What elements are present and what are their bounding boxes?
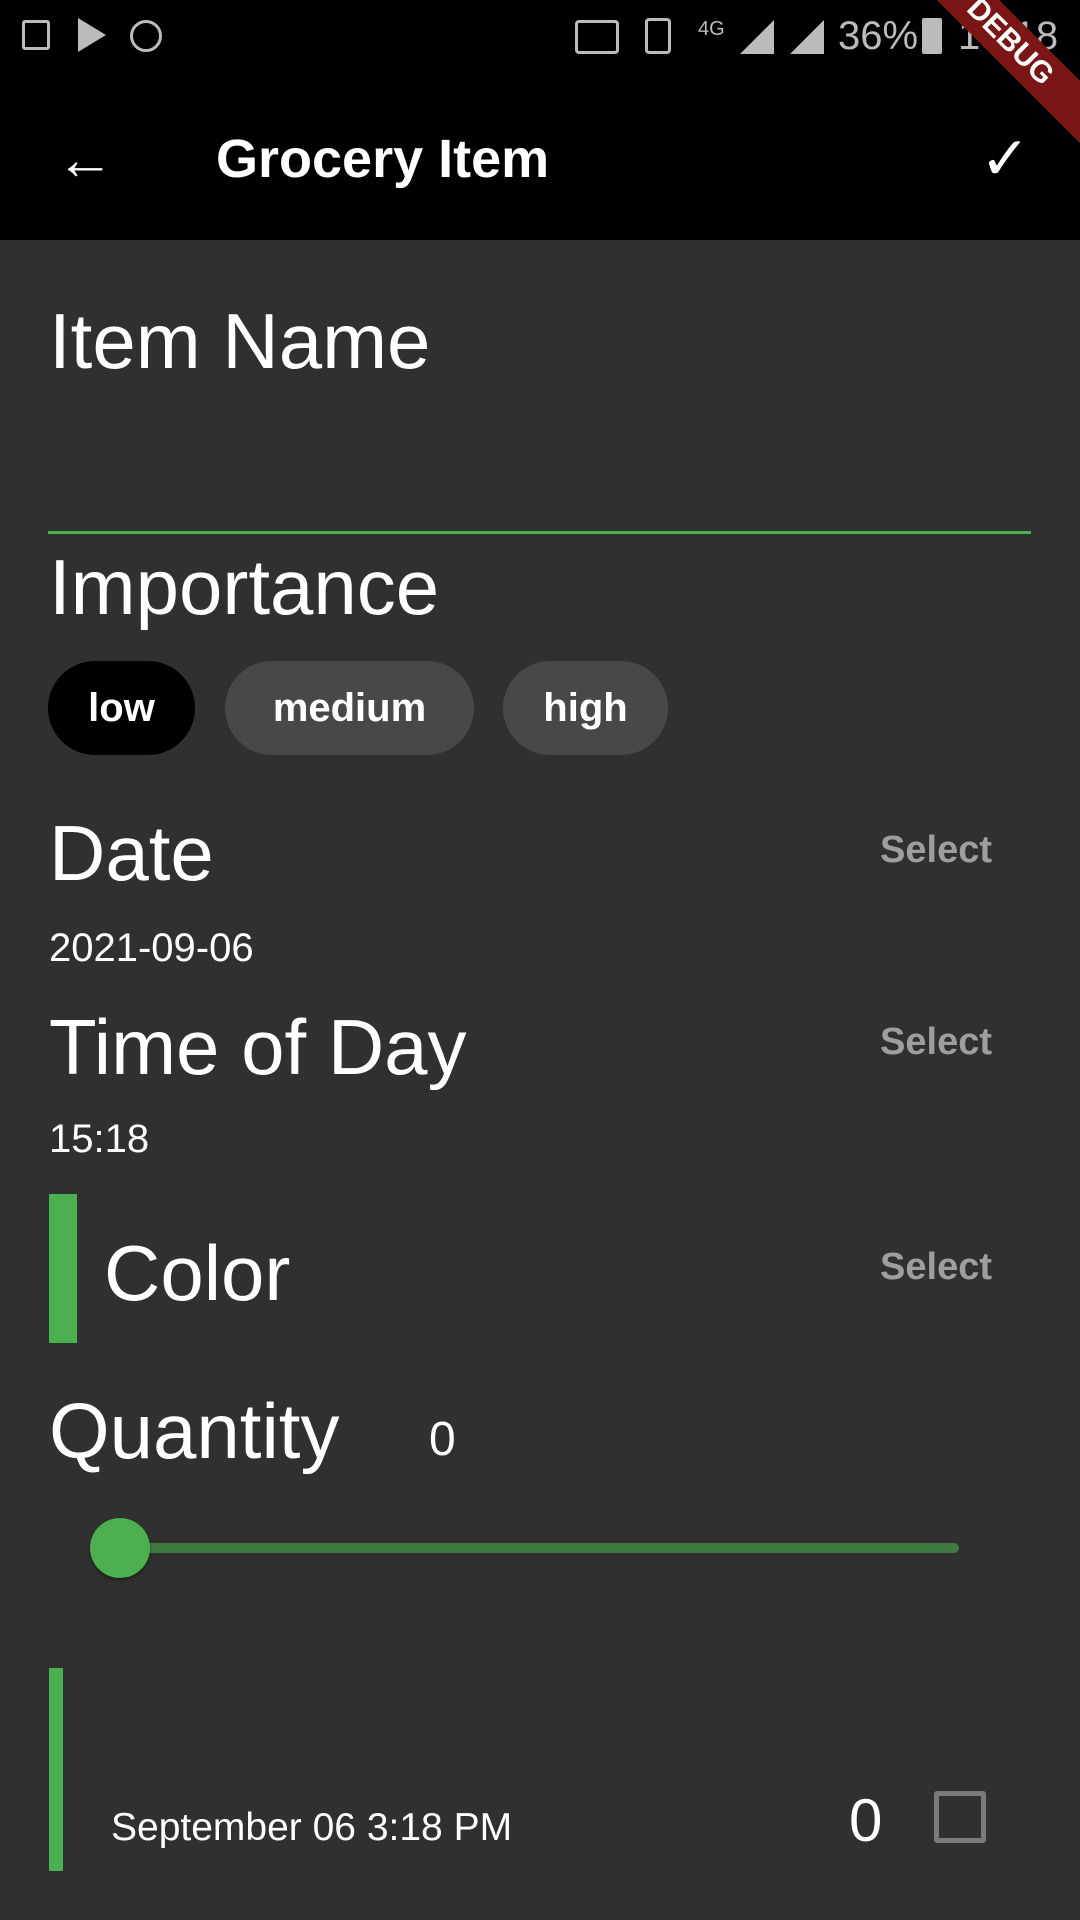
item-name-input[interactable] [48,400,1031,534]
gallery-icon [22,20,50,50]
time-value: 15:18 [49,1117,150,1161]
circle-icon [130,20,162,52]
preview-quantity: 0 [849,1787,883,1854]
save-check-icon[interactable]: ✓ [980,124,1030,194]
date-select-button[interactable]: Select [880,829,992,872]
sim-icon [645,18,671,54]
importance-chip-medium[interactable]: medium [225,661,474,755]
importance-chip-low[interactable]: low [48,661,195,755]
back-arrow-icon[interactable]: ← [56,130,114,190]
importance-label: Importance [49,543,440,631]
time-label: Time of Day [49,1003,467,1091]
signal-icon-2 [790,20,824,54]
date-value: 2021-09-06 [49,926,254,970]
color-label: Color [104,1229,291,1317]
cast-icon [575,20,619,54]
quantity-value: 0 [429,1413,456,1466]
time-select-button[interactable]: Select [880,1021,992,1064]
color-swatch [49,1194,77,1343]
preview-color-bar [49,1668,63,1871]
preview-checkbox[interactable] [934,1791,986,1843]
quantity-label: Quantity [49,1387,340,1475]
play-store-icon [78,18,106,52]
battery-percent: 36% [838,14,919,58]
signal-icon [740,20,774,54]
app-bar: ← Grocery Item ✓ [0,80,1080,240]
color-select-button[interactable]: Select [880,1246,992,1289]
quantity-slider-thumb[interactable] [90,1518,150,1578]
status-bar: 4G 36% 15:18 [0,0,1080,80]
item-name-label: Item Name [49,297,431,385]
date-label: Date [49,809,214,897]
importance-chip-high[interactable]: high [503,661,668,755]
battery-icon [922,18,942,54]
quantity-slider-track[interactable] [120,1543,959,1553]
preview-date: September 06 3:18 PM [111,1806,513,1849]
network-type: 4G [698,18,725,40]
page-title: Grocery Item [216,129,550,189]
